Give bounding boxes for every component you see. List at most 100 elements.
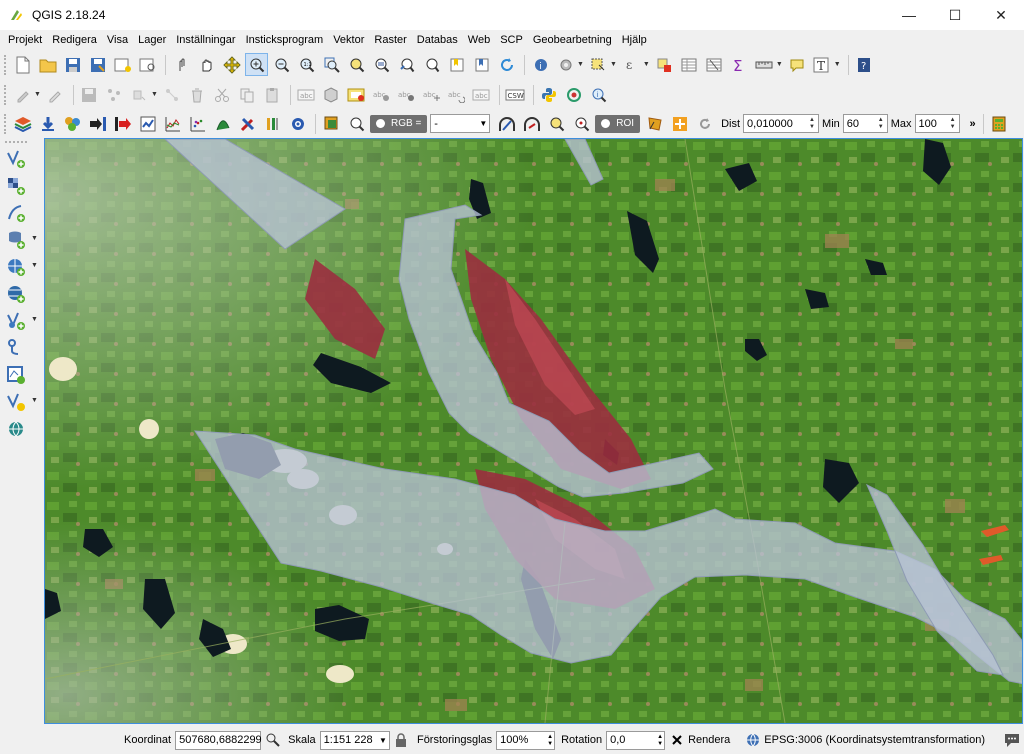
chevron-down-icon[interactable]: ▼	[151, 91, 158, 98]
pan-map-icon[interactable]	[195, 53, 218, 76]
add-feature-icon[interactable]	[103, 83, 126, 106]
menu-visa[interactable]: Visa	[102, 30, 133, 50]
chevron-down-icon[interactable]: ▼	[610, 61, 617, 68]
menu-web[interactable]: Web	[463, 30, 495, 50]
scp-settings-icon[interactable]	[286, 112, 309, 135]
chevron-down-icon[interactable]: ▼	[643, 61, 650, 68]
zoom-native-icon[interactable]: 1:1	[295, 53, 318, 76]
scp-plugin-icon[interactable]	[563, 83, 586, 106]
toggle-extents-icon[interactable]	[264, 731, 281, 749]
select-by-expression-icon[interactable]: ε	[620, 53, 643, 76]
deselect-features-icon[interactable]	[653, 53, 676, 76]
toolbar-grip[interactable]	[4, 54, 8, 75]
scp-zoom-icon[interactable]	[345, 112, 368, 135]
crs-label[interactable]: EPSG:3006 (Koordinatsystemtransformation…	[764, 734, 985, 746]
zoom-full-icon[interactable]	[320, 53, 343, 76]
scp-roi-zoom-icon[interactable]	[545, 112, 568, 135]
pan-to-selection-icon[interactable]	[220, 53, 243, 76]
menu-scp[interactable]: SCP	[495, 30, 528, 50]
statistical-summary-icon[interactable]: Σ	[728, 53, 751, 76]
composer-manager-icon[interactable]	[136, 53, 159, 76]
crs-globe-icon[interactable]	[744, 731, 761, 749]
run-feature-action-icon[interactable]	[554, 53, 577, 76]
menu-databas[interactable]: Databas	[412, 30, 463, 50]
scp-manual-roi-icon[interactable]	[643, 112, 666, 135]
scp-spectral-plot-icon[interactable]	[161, 112, 184, 135]
move-feature-icon[interactable]	[128, 83, 151, 106]
toolbar-grip[interactable]	[5, 141, 27, 144]
zoom-last-icon[interactable]	[395, 53, 418, 76]
scp-zoom-input-image-icon[interactable]	[320, 112, 343, 135]
scp-layers-icon[interactable]	[11, 112, 34, 135]
menu-lager[interactable]: Lager	[133, 30, 171, 50]
scp-band-calc-icon[interactable]	[211, 112, 234, 135]
add-wfs-layer-icon[interactable]	[5, 310, 27, 332]
show-hide-labels-icon[interactable]	[320, 83, 343, 106]
spin-arrows-icon[interactable]: ▲ ▼	[657, 732, 663, 748]
coordinate-field[interactable]: 507680,6882299	[175, 730, 262, 750]
refresh-icon[interactable]	[495, 53, 518, 76]
scp-tools-icon[interactable]	[236, 112, 259, 135]
add-delimited-text-layer-icon[interactable]	[5, 202, 27, 224]
chevron-down-icon[interactable]: ▼	[834, 61, 841, 68]
zoom-to-layer-icon[interactable]	[370, 53, 393, 76]
spin-arrows-icon[interactable]: ▲ ▼	[876, 115, 886, 132]
chevron-down-icon[interactable]: ▼	[31, 316, 38, 323]
chevron-down-icon[interactable]: ▼	[31, 397, 38, 404]
measure-line-icon[interactable]	[753, 53, 776, 76]
text-annotation-icon[interactable]: T	[811, 53, 834, 76]
highlight-pinned-labels-icon[interactable]	[345, 83, 368, 106]
map-tips-icon[interactable]	[786, 53, 809, 76]
add-arcgis-layer-icon[interactable]	[5, 418, 27, 440]
paste-features-icon[interactable]	[261, 83, 284, 106]
scp-standard-deviation-icon[interactable]	[520, 112, 543, 135]
scp-calculator-icon[interactable]	[988, 112, 1011, 135]
new-bookmark-icon[interactable]	[445, 53, 468, 76]
zoom-to-selection-icon[interactable]	[345, 53, 368, 76]
cut-features-icon[interactable]	[211, 83, 234, 106]
toggle-editing-icon[interactable]	[44, 83, 67, 106]
add-spatialite-layer-icon[interactable]	[5, 229, 27, 251]
close-button[interactable]: ✕	[978, 0, 1024, 30]
spin-arrows-icon[interactable]: ▲ ▼	[547, 732, 553, 748]
chevron-down-icon[interactable]: ▼	[776, 61, 783, 68]
save-project-icon[interactable]	[61, 53, 84, 76]
show-hide-label-icon[interactable]: abc	[395, 83, 418, 106]
label-tool-icon[interactable]: abc	[295, 83, 318, 106]
pin-labels-icon[interactable]: abc	[370, 83, 393, 106]
add-vector-layer-icon[interactable]	[5, 148, 27, 170]
menu-insticksprogram[interactable]: Insticksprogram	[241, 30, 329, 50]
open-project-icon[interactable]	[36, 53, 59, 76]
scale-field[interactable]: 1:151 228 ▼	[319, 730, 390, 750]
menu-raster[interactable]: Raster	[369, 30, 411, 50]
maximize-button[interactable]: ☐	[932, 0, 978, 30]
scp-download-icon[interactable]	[36, 112, 59, 135]
scp-redo-roi-icon[interactable]	[693, 112, 716, 135]
new-geopackage-layer-icon[interactable]	[5, 364, 27, 386]
current-edits-icon[interactable]	[11, 83, 34, 106]
metasearch-icon[interactable]: CSW	[504, 83, 527, 106]
show-bookmarks-icon[interactable]	[470, 53, 493, 76]
toolbar-overflow-button[interactable]: »	[970, 118, 976, 130]
python-console-icon[interactable]	[538, 83, 561, 106]
scp-scatter-plot-icon[interactable]	[186, 112, 209, 135]
field-calculator-icon[interactable]	[703, 53, 726, 76]
min-spinbox[interactable]: 60 ▲ ▼	[842, 114, 888, 133]
toolbar-grip[interactable]	[4, 84, 8, 105]
touch-zoom-pan-icon[interactable]	[170, 53, 193, 76]
scp-postprocessing-icon[interactable]	[261, 112, 284, 135]
map-canvas[interactable]	[44, 138, 1023, 724]
chevron-down-icon[interactable]: ▼	[577, 61, 584, 68]
change-label-icon[interactable]: abc	[470, 83, 493, 106]
select-features-icon[interactable]	[587, 53, 610, 76]
new-shapefile-layer-icon[interactable]	[5, 391, 27, 413]
help-contents-icon[interactable]: ?	[853, 53, 876, 76]
scp-import-icon[interactable]	[86, 112, 109, 135]
scp-band-set-icon[interactable]	[61, 112, 84, 135]
lock-icon[interactable]	[393, 731, 410, 749]
chevron-down-icon[interactable]: ▼	[31, 235, 38, 242]
menu-installningar[interactable]: Inställningar	[171, 30, 240, 50]
messages-icon[interactable]	[1003, 731, 1021, 749]
add-raster-layer-icon[interactable]	[5, 175, 27, 197]
render-checkbox[interactable]	[668, 731, 685, 749]
